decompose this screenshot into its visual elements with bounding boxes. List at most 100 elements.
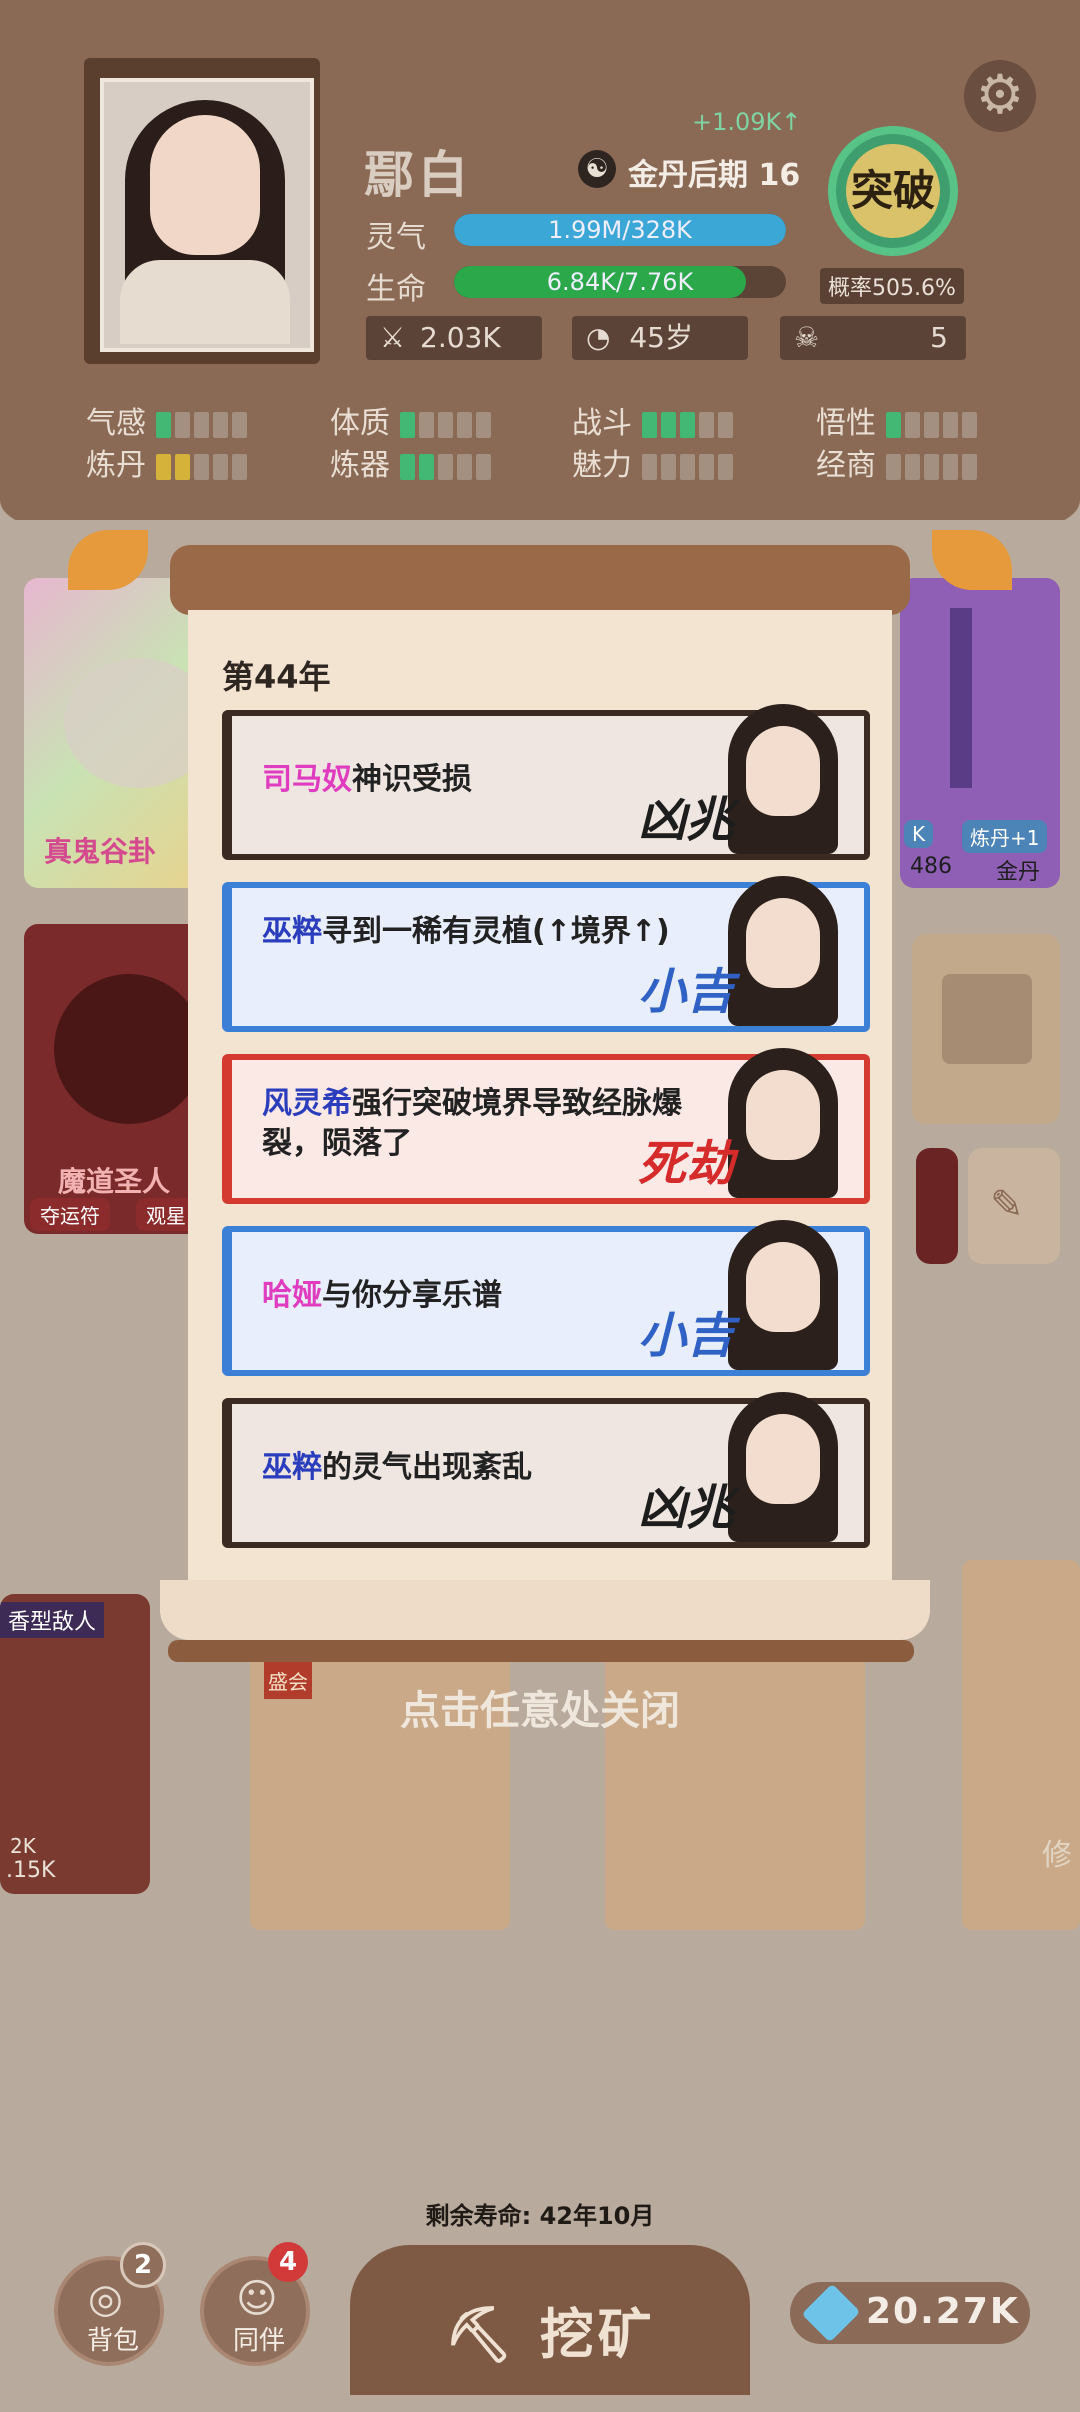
attribute-pip (194, 411, 209, 438)
yin-yang-icon: ☯ (578, 150, 616, 188)
card-sword[interactable]: K 炼丹+1 486 金丹 (900, 578, 1060, 888)
attribute-pips (400, 406, 495, 441)
attribute-pips (400, 448, 495, 483)
settings-gear-icon[interactable]: ⚙ (964, 60, 1036, 132)
scroll-roller-top (170, 545, 910, 615)
attribute-label: 经商 (816, 448, 876, 483)
age-value: 45岁 (629, 321, 693, 354)
card-shop[interactable] (912, 934, 1060, 1124)
avatar-face (746, 1414, 820, 1504)
character-avatar (718, 1220, 848, 1370)
attribute-pips (642, 406, 737, 441)
attribute-pip (213, 411, 228, 438)
card-sword-tag-2: 炼丹+1 (962, 820, 1048, 853)
attribute-label: 悟性 (816, 406, 876, 441)
card-zhenguigu-title: 真鬼谷卦 (44, 835, 157, 868)
close-hint[interactable]: 点击任意处关闭 (0, 1678, 1080, 1736)
bag-label: 背包 (86, 2326, 139, 2356)
attribute-pip (457, 411, 472, 438)
event-omen-tag: 凶兆 (637, 1480, 734, 1536)
attribute-pip (457, 453, 472, 480)
character-avatar (718, 1392, 848, 1542)
companion-label: 同伴 (232, 2326, 285, 2356)
attribute-pip (886, 453, 901, 480)
attribute-4: 炼丹 (86, 440, 251, 484)
event-card[interactable]: 哈娅与你分享乐谱小吉 (222, 1220, 870, 1376)
card-enemy[interactable]: 香型敌人 2K .15K (0, 1594, 150, 1894)
attribute-pip (661, 453, 676, 480)
event-character-name[interactable]: 巫粹 (262, 914, 322, 949)
card-sword-val-1: 486 (910, 854, 952, 879)
attribute-pip (962, 411, 977, 438)
event-card[interactable]: 巫粹的灵气出现紊乱凶兆 (222, 1392, 870, 1548)
character-name: 鄢白 (364, 146, 472, 204)
lingqi-label: 灵气 (366, 220, 426, 255)
mine-label[interactable]: ⛏ 挖矿 (350, 2290, 750, 2369)
attribute-pip (661, 411, 676, 438)
event-character-name[interactable]: 巫粹 (262, 1450, 322, 1485)
attribute-pips (156, 406, 251, 441)
scroll-slot-3[interactable]: 修 (962, 1560, 1080, 1930)
attribute-pip (924, 453, 939, 480)
event-description: 的灵气出现紊乱 (322, 1450, 532, 1485)
attribute-pip (924, 411, 939, 438)
card-modao-tag-1: 夺运符 (30, 1198, 110, 1231)
attribute-pip (642, 411, 657, 438)
pickaxe-icon: ⛏ (444, 2303, 517, 2366)
card-small-item[interactable]: ✎ (968, 1148, 1060, 1264)
avatar-face (746, 1070, 820, 1160)
attribute-pip (718, 411, 733, 438)
card-modao[interactable]: 魔道圣人 夺运符 观星 (24, 924, 204, 1234)
attribute-pips (886, 448, 981, 483)
event-omen-tag: 小吉 (637, 1308, 734, 1364)
attribute-pip (175, 453, 190, 480)
card-enemy-val-1: 2K (10, 1834, 36, 1858)
event-description: 寻到一稀有灵植(↑境界↑) (322, 914, 670, 949)
bag-badge: 2 (120, 2242, 166, 2288)
event-character-name[interactable]: 司马奴 (262, 762, 352, 797)
avatar-face (746, 1242, 820, 1332)
sword-icon: ⚔ (380, 321, 406, 354)
event-text: 巫粹寻到一稀有灵植(↑境界↑) (262, 912, 702, 952)
event-omen-tag: 死劫 (637, 1136, 734, 1192)
attribute-pip (438, 453, 453, 480)
event-card[interactable]: 风灵希强行突破境界导致经脉爆裂，陨落了 死劫 (222, 1048, 870, 1204)
event-card[interactable]: 巫粹寻到一稀有灵植(↑境界↑) 小吉 (222, 876, 870, 1032)
attribute-7: 经商 (816, 440, 981, 484)
event-text: 风灵希强行突破境界导致经脉爆裂，陨落了 (262, 1084, 702, 1164)
card-small-red[interactable] (916, 1148, 958, 1264)
attribute-pip (419, 411, 434, 438)
attribute-5: 炼器 (330, 440, 495, 484)
attack-stat: ⚔ 2.03K (366, 316, 542, 360)
attribute-pip (699, 411, 714, 438)
sword-emblem-icon (950, 608, 972, 788)
qi-rate: +1.09K↑ (692, 108, 802, 136)
card-enemy-label: 香型敌人 (0, 1602, 105, 1638)
attribute-pip (886, 411, 901, 438)
attribute-pip (400, 453, 415, 480)
event-description: 神识受损 (352, 762, 472, 797)
kills-value: 5 (930, 321, 948, 354)
attribute-pip (476, 453, 491, 480)
event-card[interactable]: 司马奴神识受损 凶兆 (222, 704, 870, 860)
life-label: 生命 (366, 272, 426, 307)
attribute-pip (642, 453, 657, 480)
attribute-3: 悟性 (816, 398, 981, 442)
event-character-name[interactable]: 哈娅 (262, 1278, 322, 1313)
event-description: 与你分享乐谱 (322, 1278, 502, 1313)
scroll-slot-3-label: 修 (1042, 1838, 1072, 1873)
breakthrough-label[interactable]: 突破 (846, 144, 940, 238)
lingqi-value: 1.99M/328K (548, 216, 692, 244)
card-zhenguigu[interactable]: 真鬼谷卦 (24, 578, 204, 888)
scroll-item-icon: ✎ (990, 1182, 1024, 1228)
attribute-label: 战斗 (572, 406, 632, 441)
event-character-name[interactable]: 风灵希 (262, 1086, 352, 1121)
clock-icon: ◔ (586, 321, 611, 354)
attribute-pip (156, 411, 171, 438)
card-sword-val-2: 金丹 (996, 860, 1041, 885)
attribute-label: 炼丹 (86, 448, 146, 483)
attribute-pip (943, 411, 958, 438)
character-avatar (718, 1048, 848, 1198)
attribute-pips (886, 406, 981, 441)
attribute-pip (905, 411, 920, 438)
